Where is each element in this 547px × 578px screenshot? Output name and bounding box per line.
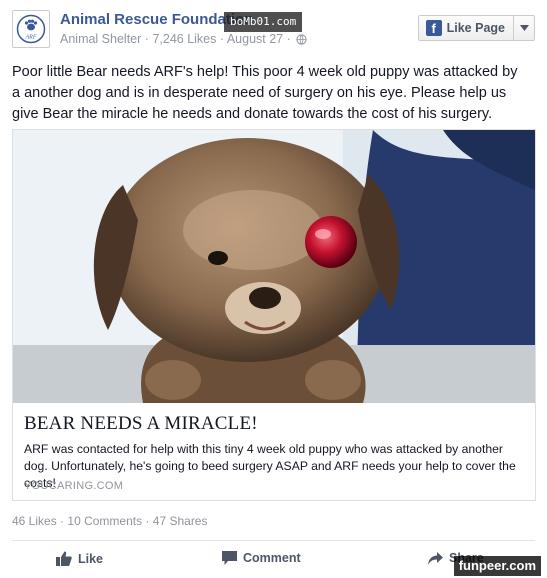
divider [12, 540, 535, 541]
facebook-icon: f [425, 20, 442, 36]
like-button[interactable]: Like [56, 551, 103, 566]
likes-count[interactable]: 46 Likes [12, 514, 57, 528]
link-title[interactable]: BEAR NEEDS A MIRACLE! [24, 413, 258, 435]
like-page-button[interactable]: f Like Page [417, 15, 535, 41]
shares-count[interactable]: 47 Shares [153, 514, 208, 528]
page-like-count: 7,246 Likes [152, 32, 217, 46]
comment-icon [222, 551, 237, 565]
comment-button[interactable]: Comment [222, 551, 301, 565]
stats-separator: · [145, 514, 150, 528]
meta-separator: · [144, 32, 149, 46]
post-meta: Animal Shelter · 7,246 Likes · August 27… [60, 32, 307, 46]
link-source: YOUCARING.COM [24, 480, 124, 492]
page-avatar[interactable]: ARF [12, 10, 50, 48]
share-icon [428, 551, 443, 565]
post-text: Poor little Bear needs ARF's help! This … [12, 64, 518, 122]
paw-icon: ARF [16, 14, 46, 44]
meta-separator: · [286, 32, 291, 46]
like-page-dropdown[interactable] [513, 16, 534, 40]
puppy-image [13, 130, 535, 403]
stats-separator: · [60, 514, 65, 528]
like-label: Like [78, 551, 104, 566]
watermark-top: boMb01.com [224, 12, 303, 32]
chevron-down-icon [519, 25, 529, 31]
meta-separator: · [219, 32, 225, 46]
puppy-photo[interactable] [13, 130, 535, 403]
like-page-main[interactable]: f Like Page [419, 16, 513, 40]
globe-icon[interactable] [296, 34, 307, 45]
like-page-label: Like Page [446, 21, 505, 35]
page-category: Animal Shelter [60, 32, 142, 46]
comments-count[interactable]: 10 Comments [67, 514, 142, 528]
watermark-bottom: funpeer.com [453, 556, 541, 576]
svg-text:ARF: ARF [25, 35, 37, 41]
link-card[interactable]: BEAR NEEDS A MIRACLE! ARF was contacted … [12, 129, 536, 501]
post-date-link[interactable]: August 27 [227, 32, 283, 46]
thumbs-up-icon [56, 551, 72, 566]
engagement-stats: 46 Likes · 10 Comments · 47 Shares [12, 514, 207, 528]
comment-label: Comment [243, 551, 301, 565]
